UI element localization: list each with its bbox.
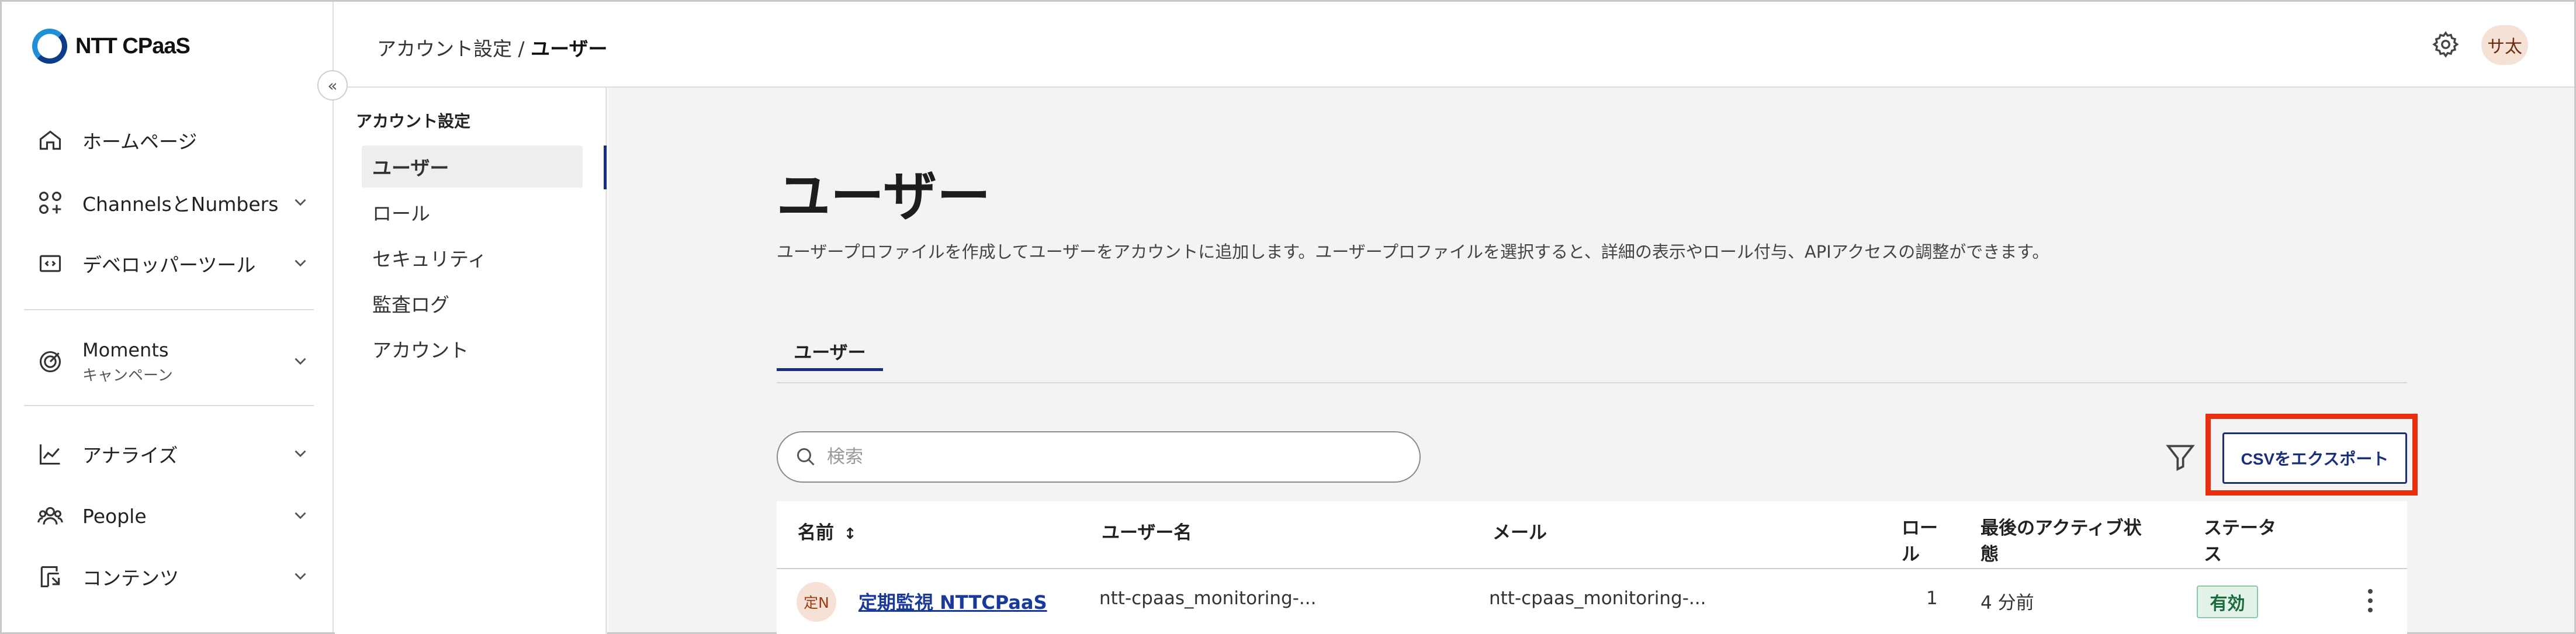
column-header-name[interactable]: 名前 ↕ bbox=[798, 520, 857, 548]
sidebar-item-home[interactable]: ホームページ bbox=[36, 123, 310, 158]
subnav-item-users[interactable]: ユーザー bbox=[362, 145, 583, 188]
chevron-down-icon bbox=[295, 199, 306, 206]
chevron-down-icon bbox=[295, 259, 306, 267]
code-icon bbox=[36, 249, 65, 278]
page-description: ユーザープロファイルを作成してユーザーをアカウントに追加します。ユーザープロファ… bbox=[777, 242, 2049, 262]
sidebar: NTT CPaaS ホームページ ChannelsとNumbers デベロッパー… bbox=[2, 2, 334, 632]
sidebar-divider bbox=[24, 309, 314, 310]
sidebar-item-label: ChannelsとNumbers bbox=[82, 193, 279, 216]
chart-icon bbox=[36, 439, 65, 469]
sidebar-item-label: コンテンツ bbox=[82, 567, 179, 590]
sidebar-item-label: デベロッパーツール bbox=[82, 254, 256, 276]
logo[interactable]: NTT CPaaS bbox=[32, 27, 191, 65]
more-options-icon[interactable] bbox=[2362, 582, 2379, 619]
collapse-sidebar-button[interactable]: « bbox=[317, 70, 348, 101]
status-badge: 有効 bbox=[2197, 586, 2258, 618]
breadcrumb-current: ユーザー bbox=[531, 37, 608, 60]
main-content: ユーザー ユーザープロファイルを作成してユーザーをアカウントに追加します。ユーザ… bbox=[608, 88, 2574, 634]
row-avatar: 定N bbox=[797, 582, 836, 622]
home-icon bbox=[36, 126, 65, 155]
sort-icon: ↕ bbox=[843, 525, 857, 543]
column-header-status: ステータ ス bbox=[2204, 515, 2276, 568]
column-header-email: メール bbox=[1493, 522, 1547, 543]
sidebar-divider bbox=[24, 405, 314, 406]
column-header-role: ロー ル bbox=[1902, 515, 1938, 568]
breadcrumb-parent[interactable]: アカウント設定 / bbox=[377, 37, 531, 60]
sidebar-item-label: People bbox=[82, 504, 147, 528]
page-title: ユーザー bbox=[777, 165, 991, 228]
subnav-active-indicator bbox=[604, 145, 607, 189]
breadcrumb: アカウント設定 / ユーザー bbox=[377, 33, 607, 61]
cell-last-active: 4 分前 bbox=[1981, 593, 2034, 614]
column-header-line: ステータ bbox=[2204, 518, 2276, 539]
column-header-username: ユーザー名 bbox=[1102, 522, 1192, 543]
table-header: 名前 ↕ ユーザー名 メール ロー ル 最後のアクティブ状 態 ステータ ス bbox=[777, 501, 2407, 569]
chevron-down-icon bbox=[295, 512, 306, 519]
account-settings-nav: アカウント設定 ユーザー ロール セキュリティ 監査ログ アカウント bbox=[335, 88, 607, 634]
sidebar-item-devtools[interactable]: デベロッパーツール bbox=[36, 246, 310, 281]
tab-divider bbox=[777, 382, 2407, 383]
cell-role: 1 bbox=[1926, 588, 1938, 609]
user-avatar[interactable]: サ太 bbox=[2481, 25, 2528, 65]
cell-username: ntt-cpaas_monitoring-... bbox=[1099, 588, 1317, 609]
user-name-link[interactable]: 定期監視 NTTCPaaS bbox=[858, 588, 1047, 615]
sidebar-item-label: Moments bbox=[82, 338, 169, 361]
subnav-item-security[interactable]: セキュリティ bbox=[362, 237, 583, 279]
users-table: 名前 ↕ ユーザー名 メール ロー ル 最後のアクティブ状 態 ステータ ス 定… bbox=[777, 501, 2407, 634]
channels-icon bbox=[36, 188, 65, 217]
sidebar-item-label: アナライズ bbox=[82, 444, 178, 467]
column-header-line: ロー bbox=[1902, 518, 1938, 539]
search-input[interactable] bbox=[827, 446, 1353, 467]
chevron-down-icon bbox=[295, 358, 306, 365]
top-header: アカウント設定 / ユーザー サ太 bbox=[335, 2, 2574, 88]
subnav-item-audit-log[interactable]: 監査ログ bbox=[362, 282, 583, 324]
sidebar-item-content[interactable]: コンテンツ bbox=[36, 559, 310, 594]
column-header-label: 名前 bbox=[798, 522, 834, 543]
search-icon bbox=[797, 448, 815, 466]
sidebar-item-moments[interactable]: Moments キャンペーン bbox=[36, 338, 310, 384]
sidebar-item-channels[interactable]: ChannelsとNumbers bbox=[36, 185, 310, 220]
gear-icon[interactable] bbox=[2431, 30, 2460, 59]
subnav-item-account[interactable]: アカウント bbox=[362, 328, 583, 370]
column-header-line: ス bbox=[2204, 544, 2222, 565]
chevron-down-icon bbox=[295, 450, 306, 458]
content-icon bbox=[36, 562, 65, 591]
search-box[interactable] bbox=[777, 431, 1421, 483]
column-header-line: ル bbox=[1902, 544, 1920, 565]
column-header-line: 最後のアクティブ状 bbox=[1981, 518, 2142, 539]
sidebar-item-analyze[interactable]: アナライズ bbox=[36, 436, 310, 472]
column-header-line: 態 bbox=[1981, 544, 1999, 565]
table-row[interactable]: 定N 定期監視 NTTCPaaS ntt-cpaas_monitoring-..… bbox=[777, 569, 2407, 634]
double-chevron-left-icon: « bbox=[327, 75, 338, 95]
sidebar-item-people[interactable]: People bbox=[36, 498, 310, 533]
subnav-title: アカウント設定 bbox=[356, 112, 471, 131]
logo-text: NTT CPaaS bbox=[75, 33, 191, 58]
sidebar-item-sublabel: キャンペーン bbox=[82, 366, 173, 384]
column-header-last-active: 最後のアクティブ状 態 bbox=[1981, 515, 2142, 568]
subnav-item-roles[interactable]: ロール bbox=[362, 191, 583, 233]
chevron-down-icon bbox=[295, 573, 306, 580]
tab-users[interactable]: ユーザー bbox=[777, 338, 883, 371]
people-icon bbox=[36, 501, 65, 531]
cell-email: ntt-cpaas_monitoring-... bbox=[1489, 588, 1706, 609]
filter-icon[interactable] bbox=[2164, 441, 2197, 473]
sidebar-item-label: ホームページ bbox=[82, 130, 198, 153]
export-csv-button[interactable]: CSVをエクスポート bbox=[2222, 432, 2407, 484]
export-highlight: CSVをエクスポート bbox=[2205, 414, 2418, 496]
target-icon bbox=[36, 347, 65, 376]
logo-icon bbox=[32, 29, 67, 64]
